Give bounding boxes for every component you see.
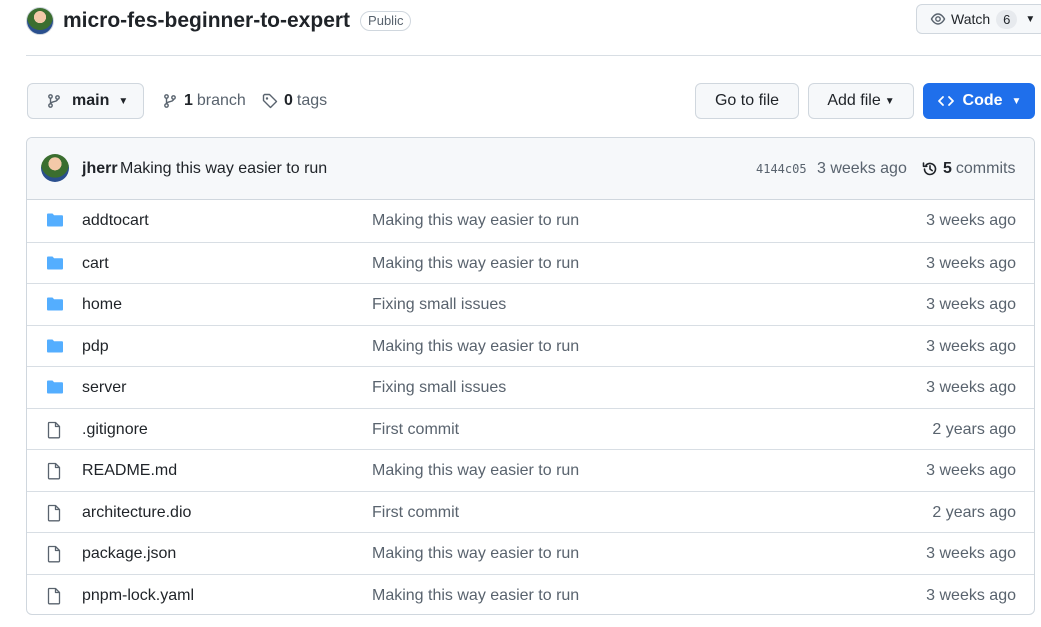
- file-commit-age: 3 weeks ago: [926, 545, 1016, 562]
- chevron-down-icon: ▼: [1011, 95, 1022, 107]
- file-commit-message[interactable]: Making this way easier to run: [372, 255, 579, 273]
- file-row[interactable]: addtocart Making this way easier to run 3 …: [27, 200, 1034, 242]
- go-to-file-label: Go to file: [714, 92, 780, 109]
- file-commit-age: 3 weeks ago: [926, 586, 1016, 604]
- file-name-link[interactable]: cart: [82, 255, 109, 273]
- file-row[interactable]: package.json Making this way easier to ru…: [27, 532, 1034, 574]
- commits-label: commits: [955, 160, 1016, 177]
- commits-count: 5: [943, 160, 952, 177]
- commit-author[interactable]: jherr: [82, 160, 118, 178]
- file-row[interactable]: architecture.dio First commit 2 years ago: [27, 490, 1034, 533]
- code-label: Code: [962, 92, 1003, 109]
- commit-sha[interactable]: 4144c05: [756, 162, 807, 176]
- file-commit-message[interactable]: First commit: [372, 504, 459, 522]
- branches-label: branch: [196, 92, 246, 109]
- file-commit-age: 3 weeks ago: [926, 254, 1016, 272]
- file-commit-age: 3 weeks ago: [926, 337, 1016, 355]
- watch-count: 6: [996, 9, 1018, 29]
- watch-button[interactable]: Watch 6 ▼: [916, 4, 1041, 34]
- file-browser: jherr Making this way easier to run 4144…: [26, 137, 1035, 615]
- file-icon: [46, 587, 62, 610]
- file-name-link[interactable]: .gitignore: [82, 421, 148, 439]
- file-row[interactable]: .gitignore First commit 2 years ago: [27, 407, 1034, 450]
- folder-icon: [46, 212, 64, 233]
- tags-link[interactable]: 0 tags: [262, 92, 327, 110]
- chevron-down-icon[interactable]: ▼: [1025, 14, 1035, 25]
- folder-icon: [46, 338, 64, 359]
- branches-link[interactable]: 1 branch: [162, 92, 246, 110]
- file-commit-age: 3 weeks ago: [926, 296, 1016, 313]
- file-commit-message[interactable]: Fixing small issues: [372, 296, 506, 314]
- file-name-link[interactable]: README.md: [82, 462, 177, 480]
- folder-icon: [46, 379, 64, 400]
- file-name-link[interactable]: package.json: [82, 545, 176, 563]
- tags-count: 0: [284, 92, 293, 109]
- file-icon: [46, 421, 62, 444]
- folder-icon: [46, 255, 64, 276]
- commit-author-avatar[interactable]: [41, 154, 69, 182]
- visibility-badge: Public: [360, 11, 412, 31]
- commits-link[interactable]: 5 commits: [921, 160, 1015, 178]
- file-name-link[interactable]: server: [82, 379, 126, 397]
- file-commit-age: 2 years ago: [932, 503, 1016, 521]
- tag-icon: [262, 93, 278, 109]
- go-to-file-button[interactable]: Go to file: [695, 83, 799, 119]
- git-branch-icon: [48, 94, 60, 108]
- file-row[interactable]: pdp Making this way easier to run 3 weeks …: [27, 324, 1034, 367]
- branch-select-button[interactable]: main ▼: [27, 83, 144, 119]
- file-icon: [46, 545, 62, 568]
- file-commit-message[interactable]: Making this way easier to run: [372, 338, 579, 356]
- repo-name[interactable]: micro-fes-beginner-to-expert: [63, 9, 350, 33]
- file-commit-message[interactable]: Making this way easier to run: [372, 545, 579, 563]
- owner-avatar[interactable]: [26, 7, 54, 35]
- watch-label: Watch: [951, 11, 991, 27]
- branches-count: 1: [184, 92, 193, 109]
- file-commit-message[interactable]: Fixing small issues: [372, 379, 506, 397]
- file-list: addtocart Making this way easier to run 3 …: [27, 200, 1034, 615]
- add-file-label: Add file: [827, 92, 881, 109]
- tags-label: tags: [296, 92, 328, 109]
- header-divider: [26, 55, 1041, 56]
- chevron-down-icon: ▼: [884, 95, 895, 107]
- code-button[interactable]: Code ▼: [923, 83, 1035, 119]
- file-name-link[interactable]: home: [82, 296, 122, 314]
- add-file-button[interactable]: Add file ▼: [808, 83, 914, 119]
- history-icon: [922, 162, 937, 176]
- file-row[interactable]: home Fixing small issues 3 weeks ago: [27, 283, 1034, 325]
- file-commit-message[interactable]: First commit: [372, 421, 459, 439]
- file-name-link[interactable]: architecture.dio: [82, 504, 191, 522]
- file-commit-message[interactable]: Making this way easier to run: [372, 587, 579, 605]
- file-row[interactable]: cart Making this way easier to run 3 weeks…: [27, 241, 1034, 284]
- file-icon: [46, 504, 62, 527]
- branch-name: main: [72, 92, 110, 109]
- commit-message[interactable]: Making this way easier to run: [120, 160, 327, 178]
- folder-icon: [46, 296, 64, 317]
- file-icon: [46, 462, 62, 485]
- file-name-link[interactable]: pdp: [82, 338, 109, 356]
- file-commit-age: 3 weeks ago: [926, 462, 1016, 479]
- file-commit-age: 2 years ago: [932, 420, 1016, 438]
- code-icon: [937, 96, 954, 106]
- file-row[interactable]: README.md Making this way easier to run 3 …: [27, 449, 1034, 491]
- file-commit-message[interactable]: Making this way easier to run: [372, 462, 579, 480]
- eye-icon: [930, 13, 946, 25]
- file-row[interactable]: pnpm-lock.yaml Making this way easier to …: [27, 573, 1034, 615]
- file-row[interactable]: server Fixing small issues 3 weeks ago: [27, 366, 1034, 408]
- git-branch-icon: [164, 94, 176, 108]
- repo-header: micro-fes-beginner-to-expert Public: [26, 4, 412, 38]
- chevron-down-icon: ▼: [118, 95, 129, 107]
- file-commit-age: 3 weeks ago: [926, 379, 1016, 396]
- file-commit-message[interactable]: Making this way easier to run: [372, 212, 579, 230]
- file-name-link[interactable]: pnpm-lock.yaml: [82, 587, 194, 605]
- latest-commit-bar: jherr Making this way easier to run 4144…: [27, 138, 1034, 200]
- file-name-link[interactable]: addtocart: [82, 212, 149, 230]
- commit-time: 3 weeks ago: [817, 160, 907, 177]
- file-commit-age: 3 weeks ago: [926, 212, 1016, 229]
